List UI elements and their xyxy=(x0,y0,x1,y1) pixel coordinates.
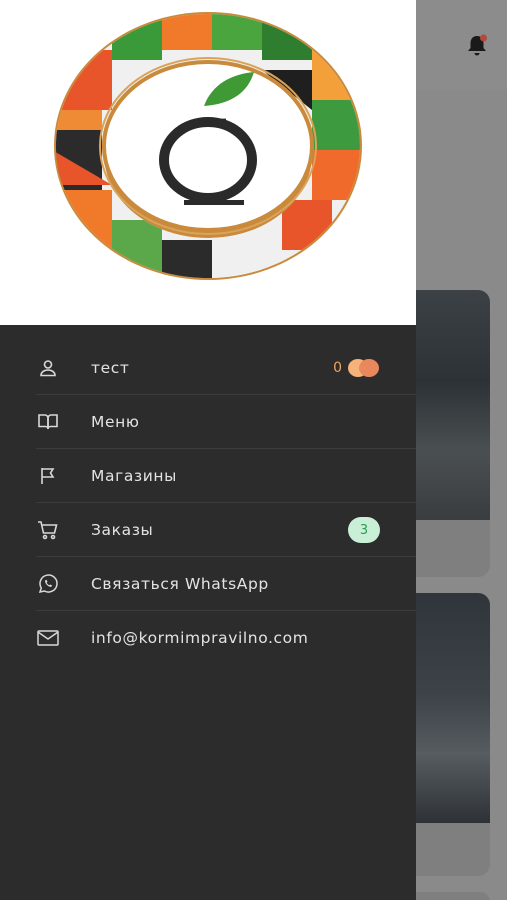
menu-item-orders[interactable]: Заказы 3 xyxy=(0,503,416,557)
flag-icon xyxy=(36,464,60,488)
profile-name: тест xyxy=(91,359,130,377)
cart-icon xyxy=(36,518,60,542)
points-value: 0 xyxy=(333,360,342,376)
menu-item-menu[interactable]: Меню xyxy=(0,395,416,449)
email-label: info@kormimpravilno.com xyxy=(91,629,309,647)
whatsapp-icon xyxy=(36,572,60,596)
side-drawer: тест 0 Меню Магазины Заказы 3 Связаться … xyxy=(0,0,416,900)
menu-label: Меню xyxy=(91,413,140,431)
orders-count-badge: 3 xyxy=(348,517,380,543)
orders-label: Заказы xyxy=(91,521,154,539)
drawer-menu: тест 0 Меню Магазины Заказы 3 Связаться … xyxy=(0,341,416,665)
mail-icon xyxy=(36,626,60,650)
points-balance: 0 xyxy=(333,359,380,377)
book-icon xyxy=(36,410,60,434)
menu-item-stores[interactable]: Магазины xyxy=(0,449,416,503)
menu-item-email[interactable]: info@kormimpravilno.com xyxy=(0,611,416,665)
menu-item-profile[interactable]: тест 0 xyxy=(0,341,416,395)
user-icon xyxy=(36,356,60,380)
store-logo-icon xyxy=(54,12,362,280)
coins-icon xyxy=(348,359,380,377)
whatsapp-label: Связаться WhatsApp xyxy=(91,575,269,593)
menu-item-whatsapp[interactable]: Связаться WhatsApp xyxy=(0,557,416,611)
bell-icon[interactable] xyxy=(464,32,490,58)
drawer-header xyxy=(0,0,416,325)
stores-label: Магазины xyxy=(91,467,178,485)
